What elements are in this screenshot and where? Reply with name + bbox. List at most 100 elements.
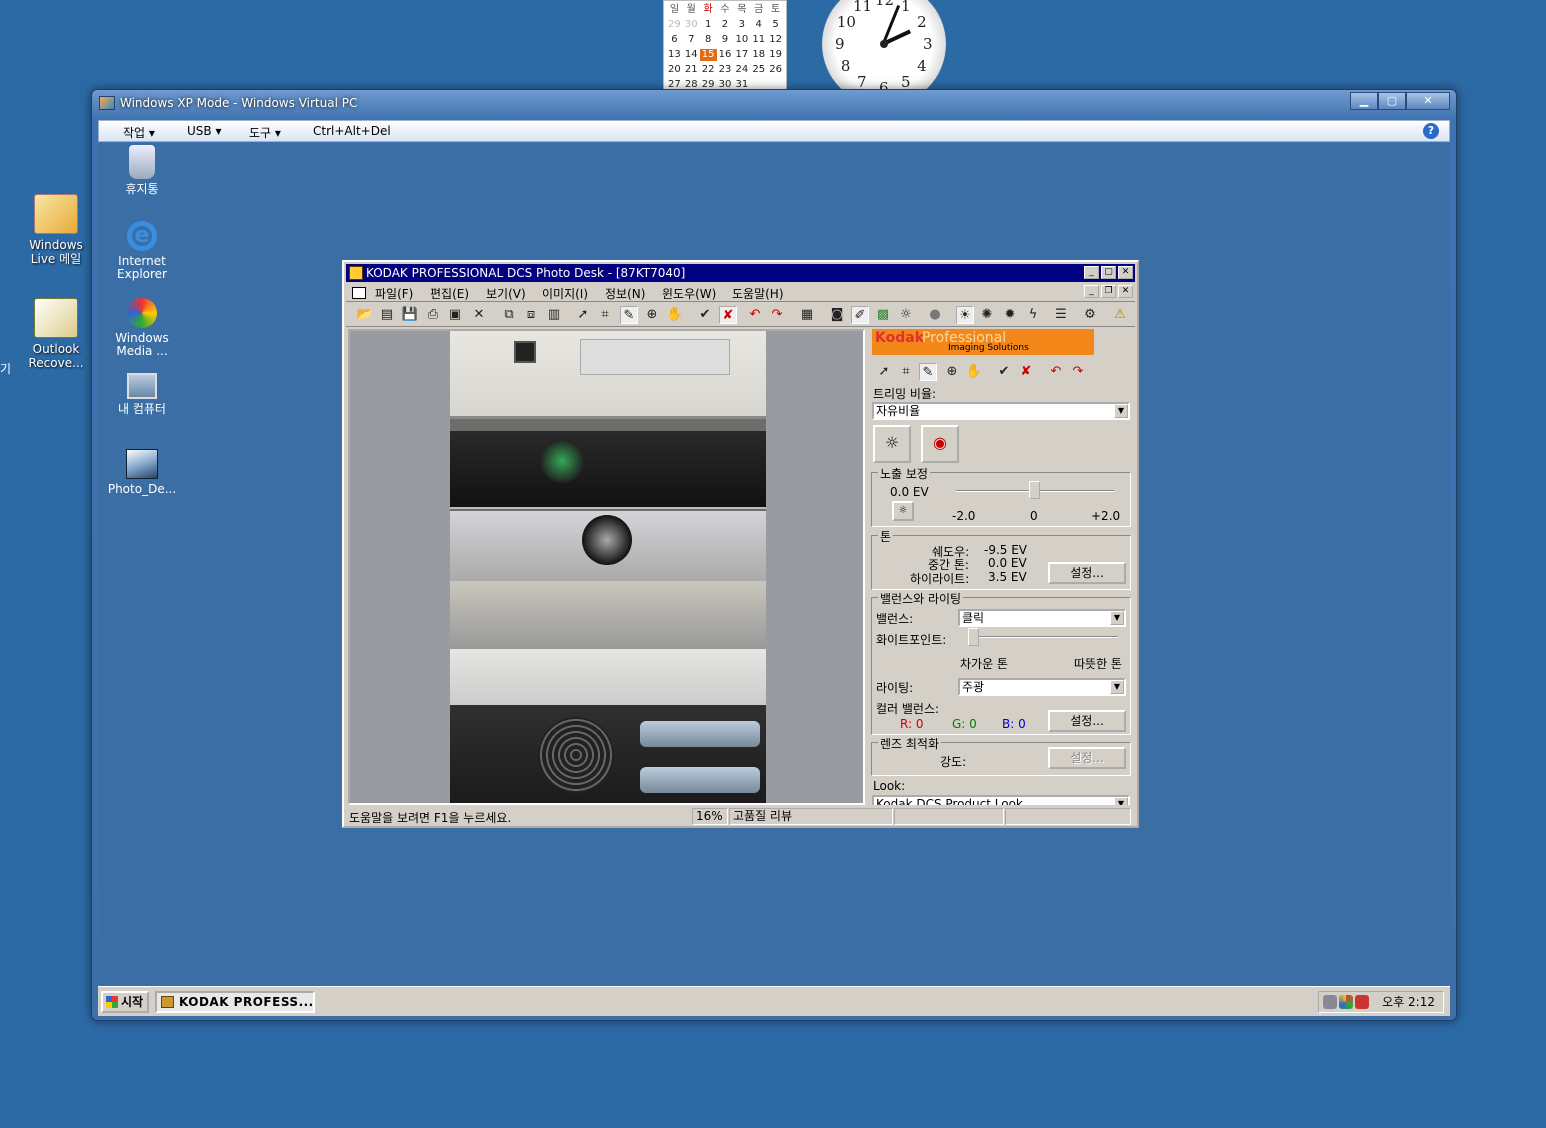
menu-file[interactable]: 파일(F) xyxy=(375,285,413,302)
calendar-day[interactable]: 24 xyxy=(733,64,750,76)
target-icon[interactable]: ⊕ xyxy=(643,306,661,324)
calendar-day[interactable]: 21 xyxy=(683,64,700,76)
crop-ratio-select[interactable]: 자유비율 ▼ xyxy=(872,402,1130,420)
light-icon[interactable]: ✹ xyxy=(1001,306,1019,324)
calendar-day[interactable]: 20 xyxy=(666,64,683,76)
print-icon[interactable]: ⎙ xyxy=(424,306,442,324)
calendar-day[interactable]: 25 xyxy=(750,64,767,76)
look-select[interactable]: Kodak DCS Product Look ▼ xyxy=(872,795,1130,805)
calendar-day[interactable]: 6 xyxy=(666,34,683,46)
save-icon[interactable]: 💾 xyxy=(401,306,419,324)
kodak-photo-desk-window[interactable]: KODAK PROFESSIONAL DCS Photo Desk - [87K… xyxy=(342,260,1139,828)
gear-icon[interactable]: ⚙ xyxy=(1081,306,1099,324)
desktop-icon-internet-explorer[interactable]: e Internet Explorer xyxy=(102,221,182,281)
image-icon[interactable]: ▩ xyxy=(874,306,892,324)
desktop-icon-outlook-recovery[interactable]: Outlook Recove... xyxy=(16,298,96,370)
maximize-button[interactable]: ▢ xyxy=(1101,266,1116,279)
start-button[interactable]: 시작 xyxy=(101,991,149,1013)
panel-target-icon[interactable]: ⊕ xyxy=(943,363,961,381)
desktop-icon-my-computer[interactable]: 내 컴퓨터 xyxy=(102,373,182,416)
circle-icon[interactable]: ● xyxy=(926,306,944,324)
panel-crop-icon[interactable]: ⌗ xyxy=(897,363,915,381)
lighting-select[interactable]: 주광 ▼ xyxy=(958,678,1126,696)
doc-restore-button[interactable]: ❐ xyxy=(1101,285,1116,298)
panel-rotate-left-icon[interactable]: ↶ xyxy=(1047,363,1065,381)
eyedropper-icon[interactable]: ✎ xyxy=(620,306,638,324)
calendar-day[interactable]: 8 xyxy=(700,34,717,46)
export-icon[interactable]: ▣ xyxy=(446,306,464,324)
calendar-day[interactable]: 16 xyxy=(717,49,734,61)
info-icon[interactable]: ▦ xyxy=(798,306,816,324)
panel-check-icon[interactable]: ✔ xyxy=(995,363,1013,381)
color-settings-button[interactable]: 설정... xyxy=(1048,710,1126,732)
hand-icon[interactable]: ✋ xyxy=(666,306,684,324)
desktop-icon-photo-desk[interactable]: Photo_De... xyxy=(102,449,182,496)
open-icon[interactable]: 📂 xyxy=(356,306,374,324)
menu-image[interactable]: 이미지(I) xyxy=(542,285,588,302)
calendar-day[interactable]: 4 xyxy=(750,19,767,31)
calendar-day[interactable]: 14 xyxy=(683,49,700,61)
minimize-button[interactable]: ▁ xyxy=(1350,92,1378,110)
close-button[interactable]: ✕ xyxy=(1406,92,1450,110)
document-icon[interactable] xyxy=(352,287,366,299)
panel-eyedropper-icon[interactable]: ✎ xyxy=(919,363,937,381)
calendar-day[interactable]: 26 xyxy=(767,64,784,76)
sun-icon[interactable]: ☀ xyxy=(956,306,974,324)
calendar-day[interactable]: 10 xyxy=(733,34,750,46)
tone-settings-button[interactable]: 설정... xyxy=(1048,562,1126,584)
panel-pointer-icon[interactable]: ➚ xyxy=(875,363,893,381)
shield-icon[interactable] xyxy=(1355,995,1369,1009)
menu-action[interactable]: 작업 ▾ xyxy=(123,124,155,141)
auto-exposure-small-button[interactable]: ☼ xyxy=(892,501,914,521)
delete-icon[interactable]: ✕ xyxy=(470,306,488,324)
menu-info[interactable]: 정보(N) xyxy=(605,285,645,302)
network-icon[interactable] xyxy=(1323,995,1337,1009)
auto-exposure-icon[interactable]: ☼ xyxy=(897,306,915,324)
menu-view[interactable]: 보기(V) xyxy=(486,285,526,302)
lens-settings-button[interactable]: 설정... xyxy=(1048,747,1126,769)
pointer-icon[interactable]: ➚ xyxy=(574,306,592,324)
calendar-day[interactable]: 5 xyxy=(767,19,784,31)
balance-select[interactable]: 클릭 ▼ xyxy=(958,609,1126,627)
security-icon[interactable] xyxy=(1339,995,1353,1009)
calendar-day[interactable]: 12 xyxy=(767,34,784,46)
reject-icon[interactable]: ✘ xyxy=(719,306,737,324)
calendar-day[interactable]: 23 xyxy=(717,64,734,76)
menu-ctrl-alt-del[interactable]: Ctrl+Alt+Del xyxy=(313,124,391,138)
sample-icon[interactable]: ✐ xyxy=(851,306,869,324)
minimize-button[interactable]: _ xyxy=(1084,266,1099,279)
batch-open-icon[interactable]: ▤ xyxy=(378,306,396,324)
doc-close-button[interactable]: ✕ xyxy=(1118,285,1133,298)
rotate-left-icon[interactable]: ↶ xyxy=(746,306,764,324)
desktop-icon-windows-live-mail[interactable]: Windows Live 메일 xyxy=(16,194,96,266)
menu-help[interactable]: 도움말(H) xyxy=(732,285,784,302)
desktop-icon-windows-media[interactable]: Windows Media ... xyxy=(102,298,182,358)
maximize-button[interactable]: ▢ xyxy=(1378,92,1406,110)
crop-icon[interactable]: ⌗ xyxy=(596,306,614,324)
copy-icon[interactable]: ⧉ xyxy=(500,306,518,324)
calendar-day[interactable]: 15 xyxy=(699,49,717,61)
calendar-day[interactable]: 29 xyxy=(666,19,683,31)
calendar-day[interactable]: 3 xyxy=(733,19,750,31)
settings-icon[interactable]: ☰ xyxy=(1052,306,1070,324)
view-icon[interactable]: ◙ xyxy=(828,306,846,324)
menu-window[interactable]: 윈도우(W) xyxy=(662,285,716,302)
paste-icon[interactable]: ▥ xyxy=(545,306,563,324)
help-icon[interactable]: ? xyxy=(1423,123,1439,139)
menu-usb[interactable]: USB ▾ xyxy=(187,124,221,138)
menu-tools[interactable]: 도구 ▾ xyxy=(249,124,281,141)
calendar-day[interactable]: 2 xyxy=(717,19,734,31)
close-button[interactable]: ✕ xyxy=(1118,266,1133,279)
calendar-day[interactable]: 1 xyxy=(700,19,717,31)
panel-reject-icon[interactable]: ✘ xyxy=(1017,363,1035,381)
calendar-day[interactable]: 22 xyxy=(700,64,717,76)
whitepoint-slider-thumb[interactable] xyxy=(968,628,979,646)
check-icon[interactable]: ✔ xyxy=(696,306,714,324)
auto-exposure-button[interactable]: ☼ xyxy=(873,425,911,463)
rotate-right-icon[interactable]: ↷ xyxy=(768,306,786,324)
flash-icon[interactable]: ϟ xyxy=(1024,306,1042,324)
image-canvas[interactable] xyxy=(348,329,865,805)
menu-edit[interactable]: 편집(E) xyxy=(430,285,469,302)
panel-rotate-right-icon[interactable]: ↷ xyxy=(1069,363,1087,381)
calendar-day[interactable]: 18 xyxy=(750,49,767,61)
